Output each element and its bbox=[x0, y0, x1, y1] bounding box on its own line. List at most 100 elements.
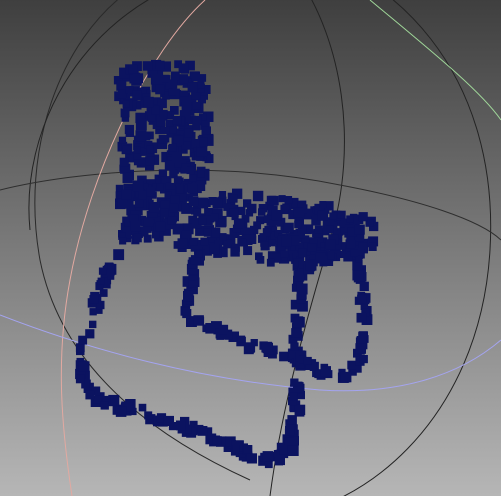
cloud-point bbox=[158, 134, 168, 144]
cloud-point bbox=[134, 199, 144, 208]
cloud-point bbox=[181, 102, 192, 112]
cloud-point bbox=[187, 183, 198, 194]
cloud-point bbox=[354, 224, 365, 235]
cloud-point bbox=[280, 250, 289, 258]
cloud-point bbox=[229, 208, 239, 217]
cloud-point bbox=[307, 243, 317, 252]
cloud-point bbox=[150, 74, 162, 85]
cloud-point bbox=[184, 128, 193, 138]
cloud-point bbox=[289, 392, 298, 401]
cloud-point bbox=[357, 294, 367, 304]
cloud-point bbox=[119, 157, 129, 167]
cloud-point bbox=[258, 208, 266, 216]
cloud-point bbox=[135, 130, 147, 142]
cloud-point bbox=[346, 215, 354, 223]
cloud-point bbox=[160, 208, 169, 217]
cloud-point bbox=[250, 225, 259, 235]
cloud-point bbox=[327, 252, 335, 260]
cloud-point bbox=[319, 255, 328, 264]
cloud-point bbox=[155, 221, 166, 232]
cloud-point bbox=[183, 290, 194, 302]
scene-canvas[interactable] bbox=[0, 0, 501, 496]
cloud-point bbox=[115, 406, 127, 417]
cloud-point bbox=[167, 216, 177, 225]
cloud-point bbox=[119, 237, 127, 245]
cloud-point bbox=[172, 152, 182, 163]
cloud-point bbox=[120, 108, 130, 118]
cloud-point bbox=[121, 189, 132, 200]
cloud-point bbox=[85, 390, 95, 400]
cloud-point bbox=[128, 64, 138, 74]
cloud-point bbox=[198, 217, 207, 225]
cloud-point bbox=[178, 63, 189, 74]
cloud-point bbox=[99, 289, 108, 297]
cloud-point bbox=[211, 213, 219, 222]
cloud-point bbox=[132, 90, 142, 101]
cloud-point bbox=[188, 280, 196, 288]
cloud-point bbox=[156, 117, 166, 127]
cloud-point bbox=[283, 222, 294, 233]
cloud-point bbox=[171, 71, 180, 81]
cloud-point bbox=[138, 191, 147, 200]
cloud-point bbox=[144, 411, 153, 420]
cloud-point bbox=[356, 312, 367, 323]
cloud-point bbox=[192, 101, 201, 110]
cloud-point bbox=[168, 80, 178, 89]
cloud-point bbox=[195, 250, 203, 258]
cloud-point bbox=[197, 197, 209, 209]
cloud-point bbox=[290, 378, 299, 387]
cloud-point bbox=[337, 210, 346, 219]
cloud-point bbox=[113, 249, 125, 261]
cloud-point bbox=[237, 335, 246, 343]
cloud-point bbox=[229, 194, 238, 203]
cloud-point bbox=[147, 114, 156, 122]
cloud-point bbox=[161, 74, 170, 83]
cloud-point bbox=[317, 210, 328, 221]
cloud-point bbox=[196, 147, 206, 157]
cloud-point bbox=[174, 176, 182, 184]
cloud-point bbox=[325, 239, 336, 250]
cloud-point bbox=[368, 242, 377, 251]
cloud-point bbox=[146, 187, 156, 197]
cloud-point bbox=[209, 244, 220, 255]
cloud-point bbox=[246, 453, 257, 464]
cloud-point bbox=[181, 140, 191, 150]
cloud-point bbox=[256, 256, 265, 264]
cloud-point bbox=[359, 281, 369, 291]
cloud-point bbox=[189, 174, 197, 182]
cloud-point bbox=[218, 191, 227, 199]
cloud-point bbox=[305, 259, 317, 271]
cloud-point bbox=[298, 248, 307, 258]
cloud-point bbox=[212, 436, 222, 446]
cloud-point bbox=[85, 329, 95, 339]
cloud-point bbox=[152, 231, 160, 239]
cloud-point bbox=[168, 88, 176, 96]
cloud-point bbox=[262, 451, 274, 462]
cloud-point bbox=[187, 82, 198, 93]
cloud-point bbox=[132, 180, 144, 192]
cloud-point bbox=[133, 146, 141, 154]
cloud-point bbox=[78, 361, 89, 372]
cloud-point bbox=[176, 420, 186, 431]
cloud-point bbox=[358, 212, 368, 222]
cloud-point bbox=[268, 239, 276, 247]
cloud-point bbox=[172, 116, 182, 125]
cloud-point bbox=[89, 295, 99, 304]
cloud-point bbox=[314, 225, 323, 234]
cloud-point bbox=[292, 317, 303, 328]
cloud-point bbox=[347, 360, 356, 370]
cloud-point bbox=[116, 80, 127, 91]
cloud-point bbox=[156, 183, 164, 191]
cloud-point bbox=[179, 74, 189, 84]
cloud-point bbox=[326, 225, 334, 234]
cloud-point bbox=[223, 239, 232, 249]
cloud-point bbox=[245, 342, 256, 353]
3d-viewport[interactable] bbox=[0, 0, 501, 496]
cloud-point bbox=[118, 136, 127, 144]
cloud-point bbox=[130, 221, 141, 232]
cloud-point bbox=[239, 238, 247, 246]
cloud-point bbox=[284, 196, 293, 204]
cloud-point bbox=[177, 238, 188, 249]
cloud-point bbox=[124, 124, 134, 135]
cloud-point bbox=[135, 119, 147, 131]
